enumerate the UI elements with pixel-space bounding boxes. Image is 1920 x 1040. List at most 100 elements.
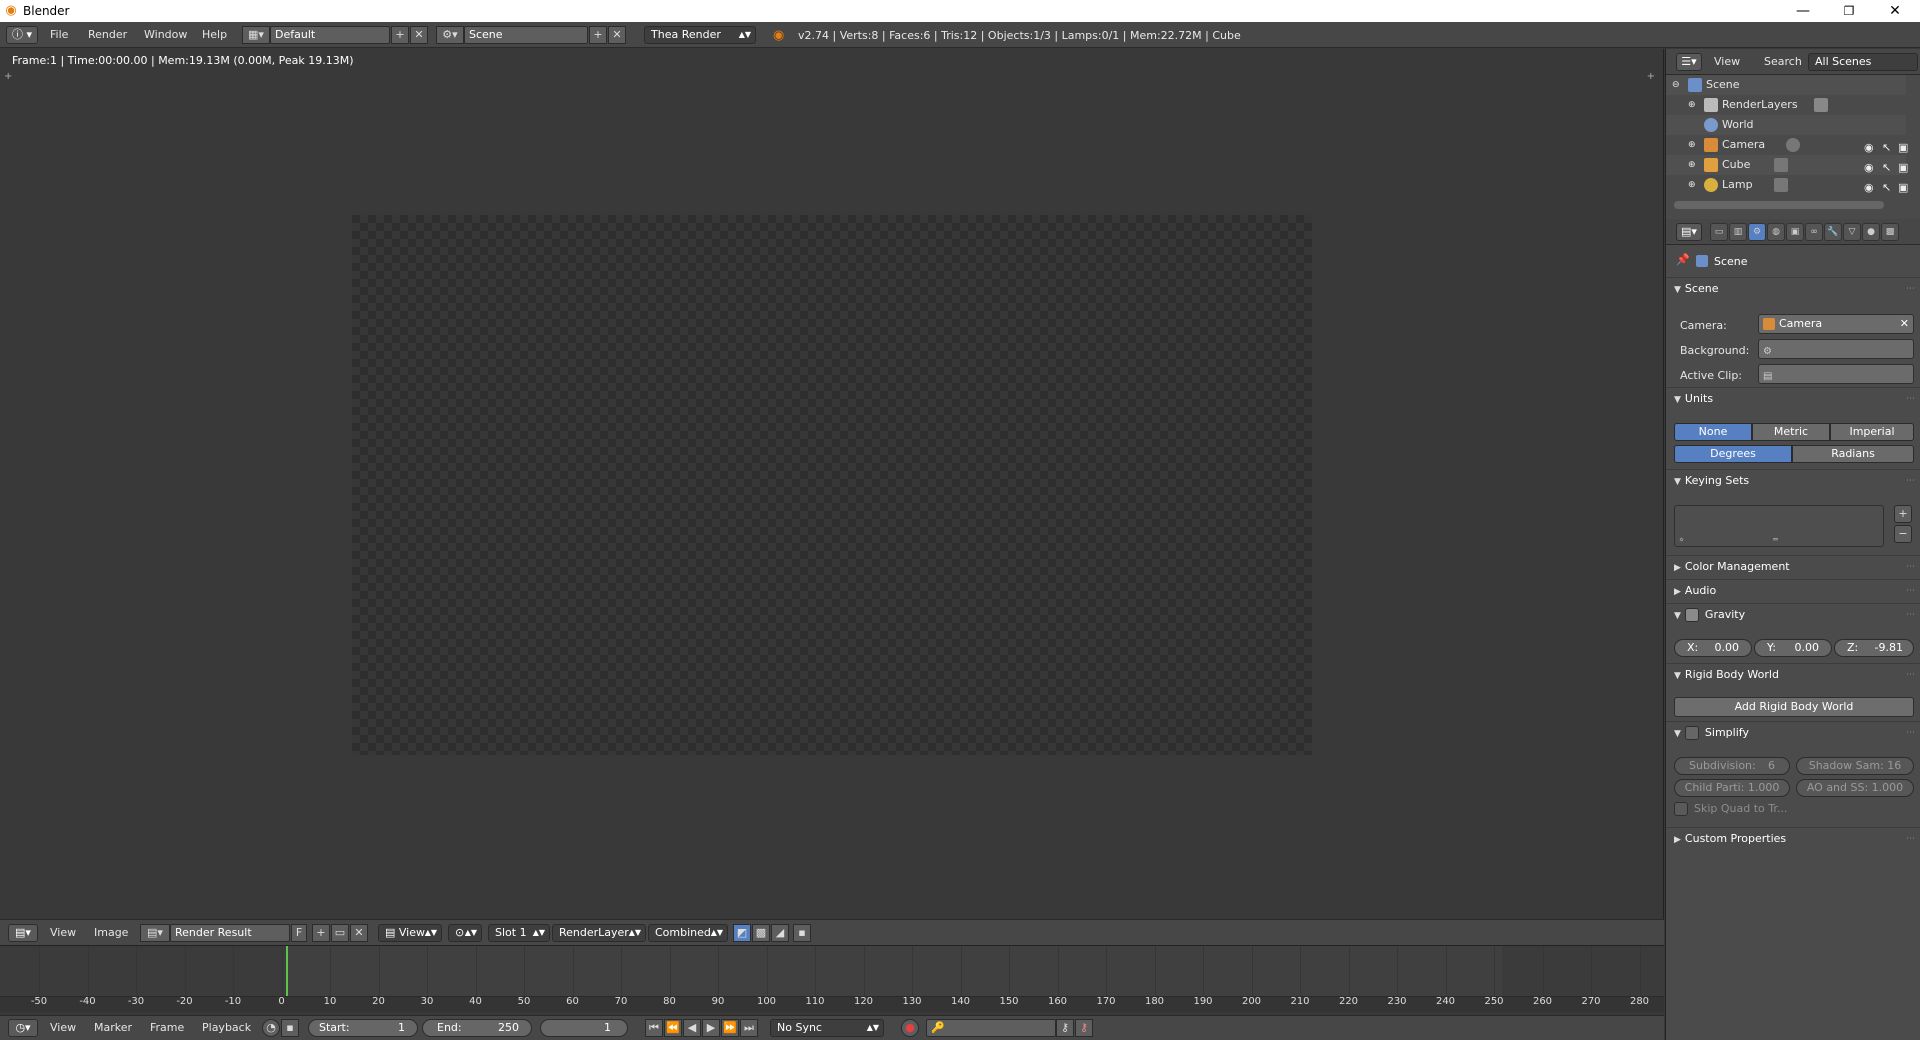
- outliner-menu-search[interactable]: Search: [1760, 53, 1806, 71]
- panel-keying-sets-header[interactable]: ▼ Keying Sets ⋯: [1666, 469, 1920, 491]
- menu-frame[interactable]: Frame: [146, 1019, 188, 1037]
- screen-layout-selector[interactable]: ▦▾: [242, 26, 270, 44]
- outliner-display-mode-dropdown[interactable]: All Scenes: [1808, 53, 1918, 71]
- menu-window[interactable]: Window: [140, 26, 191, 44]
- editor-type-info-button[interactable]: ⓘ ▾: [6, 26, 38, 44]
- view-mode-dropdown[interactable]: ▤ View ▲▼: [378, 924, 442, 942]
- z-buffer-button[interactable]: ◢: [771, 924, 789, 942]
- editor-type-properties-button[interactable]: ▤▾: [1676, 223, 1702, 241]
- gravity-x-field[interactable]: X: 0.00: [1674, 639, 1752, 657]
- minimize-button[interactable]: —: [1780, 0, 1826, 22]
- tab-modifiers-icon[interactable]: 🔧: [1824, 223, 1842, 241]
- expand-icon[interactable]: ⊕: [1688, 155, 1696, 175]
- color-alpha-button[interactable]: ◩: [733, 924, 751, 942]
- panel-audio-header[interactable]: ▶ Audio ⋯: [1666, 579, 1920, 601]
- add-keying-set-button[interactable]: +: [1894, 505, 1912, 523]
- menu-help[interactable]: Help: [198, 26, 231, 44]
- tab-scene-icon[interactable]: ⚙: [1748, 223, 1766, 241]
- browse-image-button[interactable]: ▤▾: [140, 924, 170, 942]
- timeline-area[interactable]: -50 -40 -30 -20 -10 0 10 20 30 40 50 60 70 80 90 100 110…: [0, 945, 1664, 1015]
- drag-handle-icon[interactable]: ⋯: [1906, 828, 1915, 850]
- skip-quad-checkbox[interactable]: [1674, 802, 1688, 816]
- tab-material-icon[interactable]: ●: [1862, 223, 1880, 241]
- slot-dropdown[interactable]: Slot 1 ▲▼: [488, 924, 550, 942]
- background-field[interactable]: ⚙: [1758, 339, 1914, 359]
- panel-gravity-header[interactable]: ▼ Gravity ⋯: [1666, 603, 1920, 625]
- drag-handle-icon[interactable]: ⋯: [1906, 388, 1915, 410]
- child-particles-field[interactable]: Child Parti: 1.000: [1674, 779, 1790, 797]
- outliner-item-world[interactable]: World: [1666, 115, 1906, 135]
- drag-handle-icon[interactable]: ⋯: [1906, 580, 1915, 602]
- tab-object-icon[interactable]: ▣: [1786, 223, 1804, 241]
- render-result-canvas[interactable]: [352, 215, 1312, 755]
- add-layout-button[interactable]: +: [391, 26, 409, 44]
- image-editor-area[interactable]: Frame:1 | Time:00:00.00 | Mem:19.13M (0.…: [0, 49, 1664, 919]
- drag-handle-icon[interactable]: ⋯: [1906, 556, 1915, 578]
- camera-field[interactable]: Camera ✕: [1758, 314, 1914, 334]
- outliner-item-scene[interactable]: ⊖ Scene: [1666, 75, 1906, 95]
- fake-user-button[interactable]: F: [291, 924, 307, 942]
- outliner-item-camera[interactable]: ⊕ Camera ◉ ↖ ▣: [1666, 135, 1908, 155]
- lock-frame-button[interactable]: ▪: [281, 1019, 299, 1037]
- scene-name-field[interactable]: Scene: [464, 26, 588, 44]
- gravity-z-field[interactable]: Z: -9.81: [1834, 639, 1914, 657]
- tab-texture-icon[interactable]: ▩: [1881, 223, 1899, 241]
- tab-data-icon[interactable]: ▽: [1843, 223, 1861, 241]
- lock-view-button[interactable]: ▪: [793, 924, 811, 942]
- add-rigid-body-world-button[interactable]: Add Rigid Body World: [1674, 697, 1914, 717]
- clear-camera-x-icon[interactable]: ✕: [1900, 315, 1909, 333]
- simplify-checkbox[interactable]: [1684, 726, 1699, 740]
- panel-simplify-header[interactable]: ▼ Simplify ⋯: [1666, 721, 1920, 743]
- gravity-checkbox[interactable]: [1684, 608, 1699, 622]
- drag-handle-icon[interactable]: ⋯: [1906, 470, 1915, 492]
- panel-rigid-body-world-header[interactable]: ▼ Rigid Body World ⋯: [1666, 663, 1920, 685]
- editor-type-outliner-button[interactable]: ☰▾: [1676, 53, 1702, 71]
- region-expand-right-icon[interactable]: +: [1647, 71, 1655, 82]
- visibility-eye-icon[interactable]: ◉: [1864, 178, 1874, 198]
- shadow-samples-field[interactable]: Shadow Sam: 16: [1796, 757, 1914, 775]
- pin-icon[interactable]: 📌: [1676, 253, 1690, 266]
- menu-render[interactable]: Render: [84, 26, 131, 44]
- next-keyframe-button[interactable]: ⏩: [721, 1019, 739, 1037]
- panel-color-management-header[interactable]: ▶ Color Management ⋯: [1666, 555, 1920, 577]
- delete-keyframe-button[interactable]: ⚷: [1075, 1019, 1093, 1037]
- expand-icon[interactable]: ⊕: [1688, 95, 1696, 115]
- keying-set-field[interactable]: 🔑: [926, 1019, 1056, 1037]
- selectable-cursor-icon[interactable]: ↖: [1882, 178, 1891, 198]
- open-image-button[interactable]: ▭: [331, 924, 349, 942]
- region-expand-icon[interactable]: +: [4, 71, 12, 82]
- preview-range-button[interactable]: ◔: [262, 1019, 280, 1037]
- pivot-dropdown[interactable]: ⊙ ▲▼: [448, 924, 482, 942]
- skip-quad-option[interactable]: Skip Quad to Tr...: [1674, 802, 1787, 816]
- unlink-image-button[interactable]: ✕: [350, 924, 368, 942]
- checker-alpha-button[interactable]: ▩: [752, 924, 770, 942]
- insert-keyframe-button[interactable]: ⚷: [1056, 1019, 1074, 1037]
- expand-icon[interactable]: ⊕: [1688, 175, 1696, 195]
- expand-icon[interactable]: ⊕: [1688, 135, 1696, 155]
- renderable-camera-icon[interactable]: ▣: [1898, 178, 1908, 198]
- outliner-menu-view[interactable]: View: [1710, 53, 1744, 71]
- menu-file[interactable]: File: [46, 26, 72, 44]
- new-image-button[interactable]: +: [312, 924, 330, 942]
- delete-scene-button[interactable]: ✕: [608, 26, 626, 44]
- editor-type-timeline-button[interactable]: ◷▾: [8, 1019, 38, 1037]
- subdivision-field[interactable]: Subdivision: 6: [1674, 757, 1790, 775]
- menu-view[interactable]: View: [46, 924, 80, 942]
- list-resize-icon[interactable]: ═: [1773, 535, 1778, 544]
- outliner-horizontal-scrollbar[interactable]: [1674, 201, 1884, 209]
- units-none-button[interactable]: None: [1674, 423, 1752, 441]
- outliner-item-renderlayers[interactable]: ⊕ RenderLayers: [1666, 95, 1906, 115]
- render-layer-dropdown[interactable]: RenderLayer ▲▼: [552, 924, 646, 942]
- current-frame-field[interactable]: 1: [540, 1019, 628, 1037]
- tab-render-icon[interactable]: ▭: [1710, 223, 1728, 241]
- panel-units-header[interactable]: ▼ Units ⋯: [1666, 387, 1920, 409]
- end-frame-field[interactable]: End: 250: [422, 1019, 532, 1037]
- delete-layout-button[interactable]: ✕: [410, 26, 428, 44]
- ao-sss-field[interactable]: AO and SS: 1.000: [1796, 779, 1914, 797]
- keying-sets-list[interactable]: ⋄ ═: [1674, 505, 1884, 547]
- panel-scene-header[interactable]: ▼ Scene ⋯: [1666, 277, 1920, 299]
- auto-keying-button[interactable]: ●: [901, 1019, 919, 1037]
- menu-view[interactable]: View: [46, 1019, 80, 1037]
- remove-keying-set-button[interactable]: −: [1894, 525, 1912, 543]
- active-clip-field[interactable]: ▤: [1758, 364, 1914, 384]
